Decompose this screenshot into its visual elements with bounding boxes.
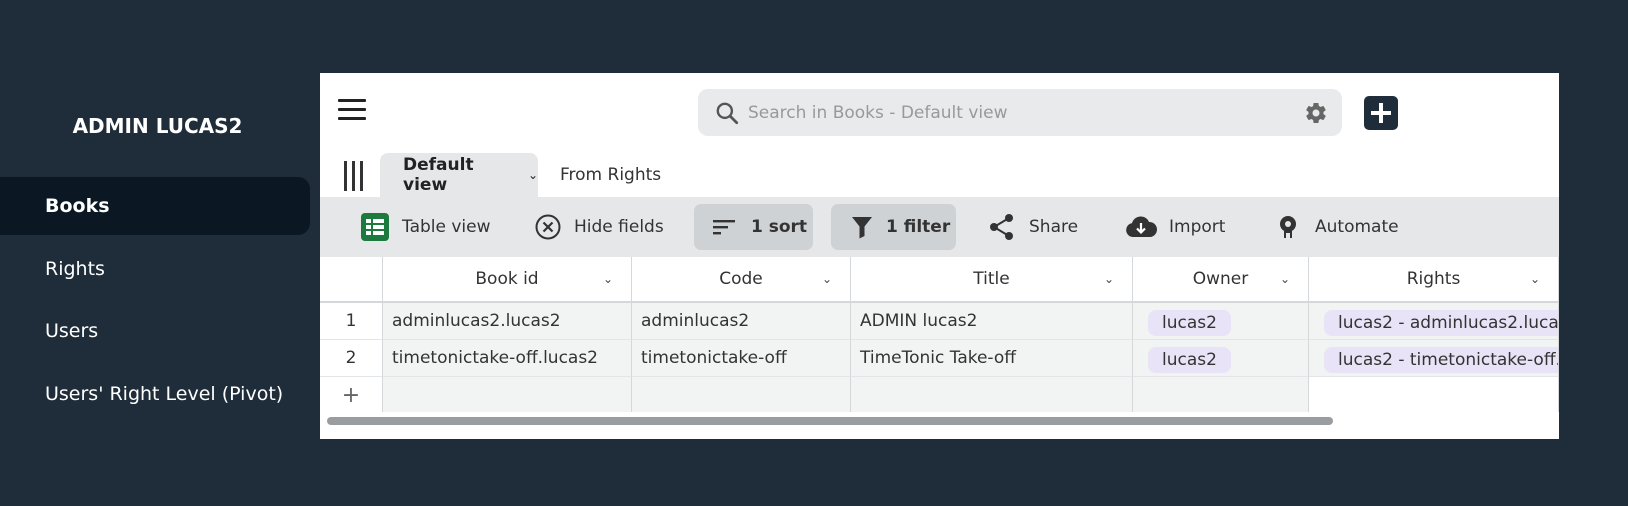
- sidebar-item-users[interactable]: Users: [0, 302, 310, 360]
- empty-cell[interactable]: [1133, 377, 1309, 414]
- owner-chip[interactable]: lucas2: [1148, 347, 1231, 373]
- search-input[interactable]: [748, 97, 1268, 128]
- search-icon: [716, 102, 739, 125]
- filter-icon: [852, 217, 872, 239]
- hide-icon: [535, 214, 561, 240]
- chevron-down-icon[interactable]: ⌄: [603, 272, 613, 286]
- table-cell[interactable]: timetonictake-off: [632, 340, 851, 377]
- share-icon: [990, 214, 1013, 240]
- empty-cell[interactable]: [383, 377, 632, 414]
- sidebar-item-label: Books: [45, 195, 110, 217]
- hide-fields-label: Hide fields: [574, 217, 664, 237]
- tab-from-rights[interactable]: From Rights: [560, 153, 661, 197]
- sidebar: ADMIN LUCAS2 Books Rights Users Users' R…: [0, 0, 310, 506]
- column-header-owner[interactable]: Owner ⌄: [1133, 257, 1309, 303]
- row-number: 1: [320, 303, 383, 340]
- share-label: Share: [1029, 217, 1079, 237]
- empty-cell[interactable]: [1309, 377, 1559, 414]
- column-header-code[interactable]: Code ⌄: [632, 257, 851, 303]
- views-list-icon[interactable]: [344, 161, 364, 191]
- chevron-down-icon[interactable]: ⌄: [822, 272, 832, 286]
- sidebar-item-label: Rights: [45, 258, 105, 280]
- cloud-download-icon: [1126, 216, 1157, 237]
- table-view-button[interactable]: Table view: [360, 204, 491, 250]
- table-cell[interactable]: lucas2: [1133, 340, 1309, 377]
- table-cell[interactable]: adminlucas2.lucas2: [383, 303, 632, 340]
- filter-label: 1 filter: [886, 217, 951, 237]
- view-tabs: Default view ⌄ From Rights: [320, 153, 1559, 197]
- table-cell[interactable]: TimeTonic Take-off: [851, 340, 1133, 377]
- main-panel: Default view ⌄ From Rights Table view Hi…: [320, 73, 1559, 439]
- chevron-down-icon[interactable]: ⌄: [1280, 272, 1290, 286]
- data-grid: Book id ⌄ Code ⌄ Title ⌄ Owner ⌄ Rights ⌄ 1 a…: [320, 257, 1559, 414]
- menu-icon[interactable]: [338, 99, 366, 123]
- chevron-down-icon[interactable]: ⌄: [528, 168, 538, 182]
- column-header-label: Owner: [1192, 269, 1249, 289]
- add-button[interactable]: [1364, 96, 1398, 130]
- column-header-rights[interactable]: Rights ⌄: [1309, 257, 1559, 303]
- table-cell[interactable]: adminlucas2: [632, 303, 851, 340]
- row-number-header: [320, 257, 383, 303]
- table-cell[interactable]: lucas2 - timetonictake-off.lucas2: [1309, 340, 1559, 377]
- rights-chip[interactable]: lucas2 - timetonictake-off.lucas2: [1324, 347, 1558, 373]
- import-label: Import: [1169, 217, 1226, 237]
- workspace-title: ADMIN LUCAS2: [72, 114, 243, 138]
- scrollbar-thumb[interactable]: [327, 417, 1333, 425]
- column-header-label: Rights: [1406, 269, 1461, 289]
- toolbar: Table view Hide fields 1 sort 1 filter S…: [320, 197, 1559, 257]
- tab-default-view[interactable]: Default view ⌄: [380, 153, 538, 197]
- automate-icon: [1280, 216, 1296, 238]
- sort-label: 1 sort: [751, 217, 808, 237]
- column-header-label: Code: [719, 269, 763, 289]
- table-view-label: Table view: [402, 217, 491, 237]
- sort-button[interactable]: 1 sort: [694, 204, 813, 250]
- row-number: 2: [320, 340, 383, 377]
- add-row-button[interactable]: +: [320, 377, 383, 414]
- top-bar: [320, 73, 1559, 150]
- import-button[interactable]: Import: [1125, 204, 1225, 250]
- column-header-label: Book id: [475, 269, 539, 289]
- chevron-down-icon[interactable]: ⌄: [1104, 272, 1114, 286]
- column-header-book-id[interactable]: Book id ⌄: [383, 257, 632, 303]
- automate-button[interactable]: Automate: [1275, 204, 1399, 250]
- search-bar: [698, 89, 1342, 136]
- sidebar-item-label: Users' Right Level (Pivot): [45, 383, 284, 405]
- horizontal-scrollbar[interactable]: [320, 412, 1559, 429]
- table-cell[interactable]: ADMIN lucas2: [851, 303, 1133, 340]
- sidebar-item-books[interactable]: Books: [0, 177, 310, 235]
- table-cell[interactable]: timetonictake-off.lucas2: [383, 340, 632, 377]
- owner-chip[interactable]: lucas2: [1148, 310, 1231, 336]
- empty-cell[interactable]: [851, 377, 1133, 414]
- rights-chip[interactable]: lucas2 - adminlucas2.lucas2: [1324, 310, 1558, 336]
- chevron-down-icon[interactable]: ⌄: [1530, 272, 1540, 286]
- sidebar-item-label: Users: [45, 320, 99, 342]
- filter-button[interactable]: 1 filter: [831, 204, 956, 250]
- plus-icon: [1371, 103, 1391, 123]
- share-button[interactable]: Share: [989, 204, 1078, 250]
- sort-icon: [713, 220, 735, 235]
- tab-label: From Rights: [560, 165, 662, 185]
- automate-label: Automate: [1315, 217, 1399, 237]
- sidebar-item-users-right-level[interactable]: Users' Right Level (Pivot): [0, 365, 310, 423]
- tab-label: Default view: [403, 155, 474, 195]
- hide-fields-button[interactable]: Hide fields: [534, 204, 664, 250]
- column-header-title[interactable]: Title ⌄: [851, 257, 1133, 303]
- column-header-label: Title: [973, 269, 1010, 289]
- table-cell[interactable]: lucas2: [1133, 303, 1309, 340]
- gear-icon[interactable]: [1304, 101, 1328, 125]
- sidebar-item-rights[interactable]: Rights: [0, 240, 310, 298]
- table-icon: [361, 213, 389, 241]
- empty-cell[interactable]: [632, 377, 851, 414]
- table-cell[interactable]: lucas2 - adminlucas2.lucas2: [1309, 303, 1559, 340]
